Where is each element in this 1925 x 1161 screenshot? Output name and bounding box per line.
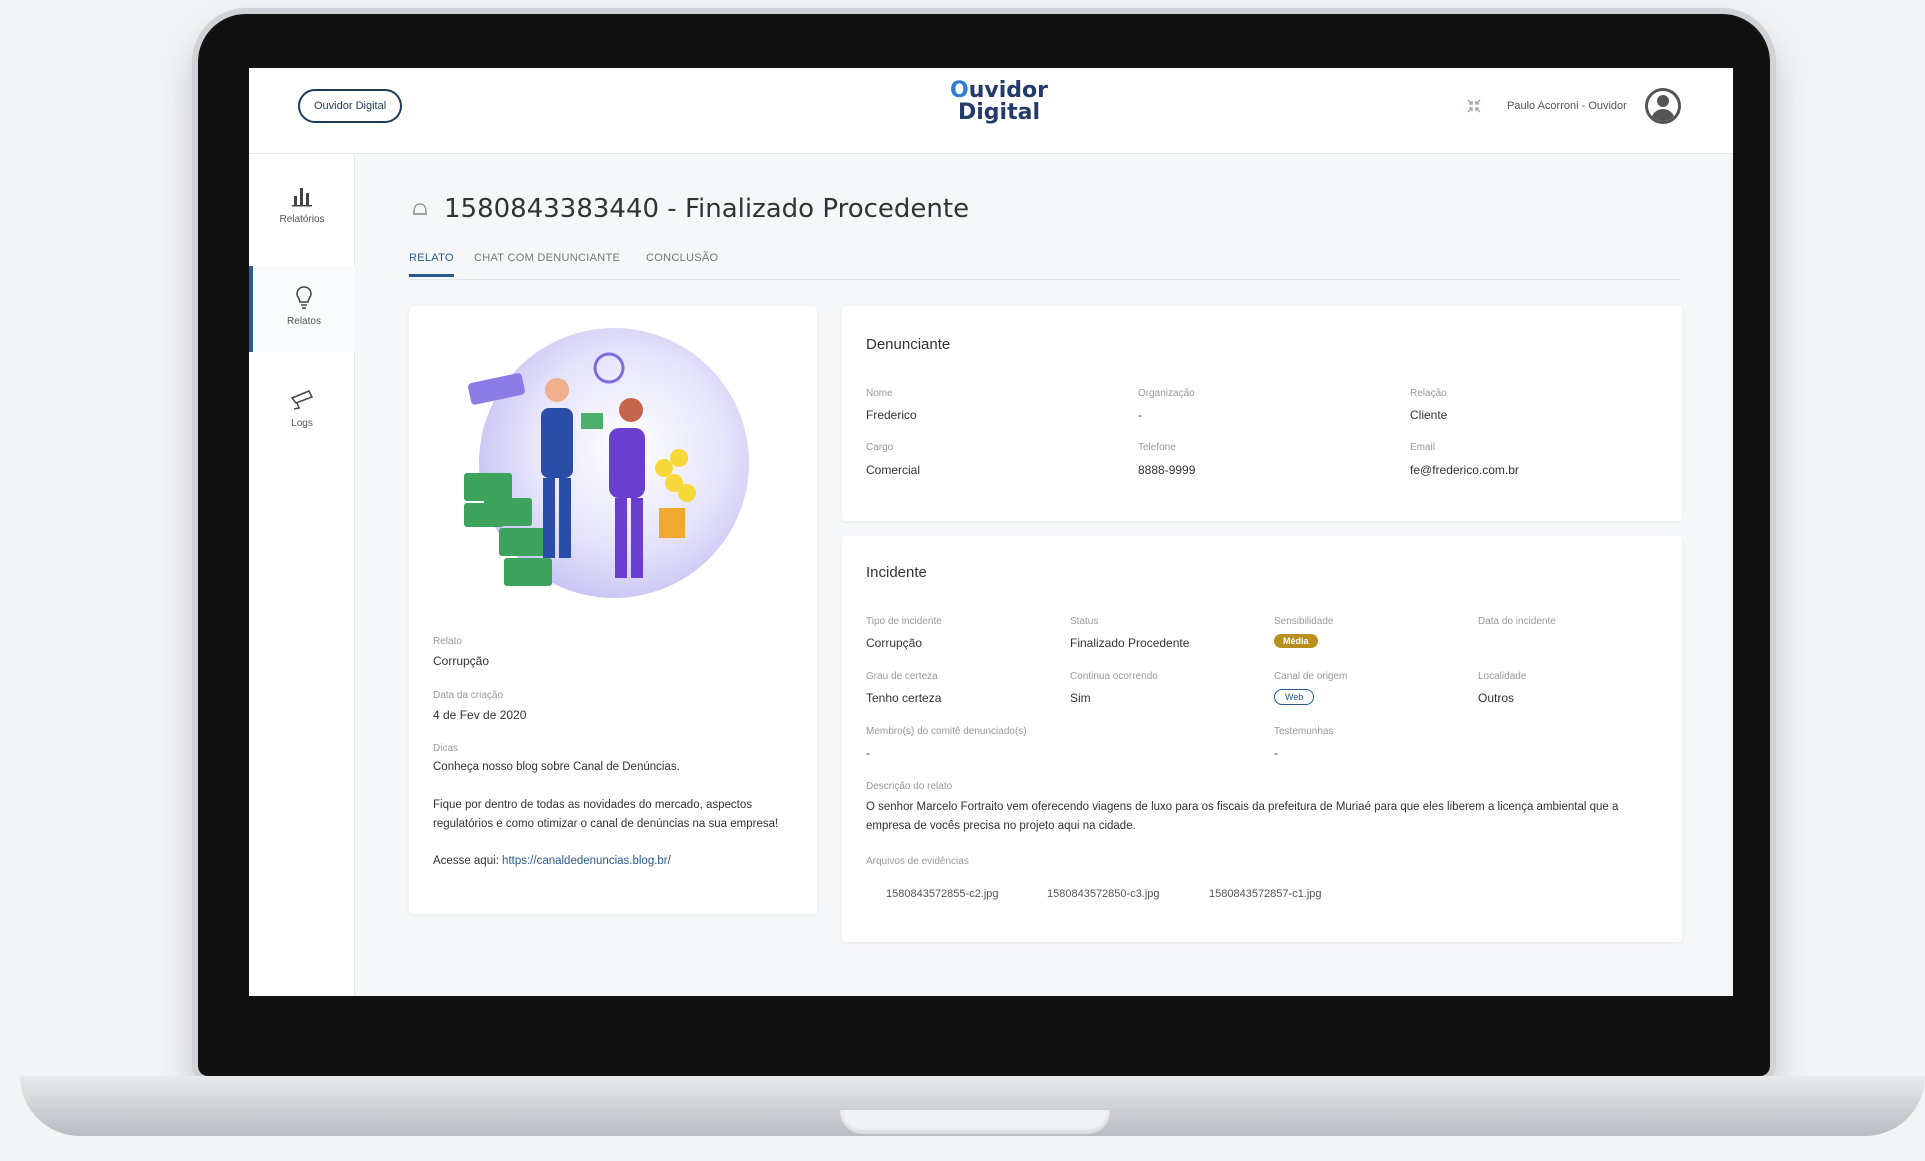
status-value: Finalizado Procedente	[1070, 636, 1190, 650]
tab-conclusao[interactable]: CONCLUSÃO	[646, 252, 718, 274]
localidade-label: Localidade	[1478, 671, 1527, 682]
email-value: fe@frederico.com.br	[1410, 463, 1519, 477]
sidebar-item-relatos[interactable]: Relatos	[249, 266, 355, 352]
tab-relato[interactable]: RELATO	[409, 252, 454, 277]
evidence-file-link[interactable]: 1580843572855-c2.jpg	[886, 888, 999, 900]
denunciante-title: Denunciante	[866, 336, 951, 353]
relacao-value: Cliente	[1410, 408, 1448, 422]
email-label: Email	[1410, 442, 1436, 453]
acesse-aqui: Acesse aqui: https://canaldedenuncias.bl…	[433, 855, 671, 867]
user-name[interactable]: Paulo Acorroni - Ouvidor	[1507, 100, 1627, 112]
status-label: Status	[1070, 616, 1099, 627]
bar-chart-icon	[292, 188, 312, 207]
app-screen: Ouvidor Digital Ouvidor Digital Paulo Ac…	[249, 68, 1733, 996]
organizacao-label: Organização	[1138, 388, 1195, 399]
page-title: 1580843383440 - Finalizado Procedente	[444, 194, 970, 224]
dicas-line3: regulatórios e como otimizar o canal de …	[433, 818, 779, 830]
grau-certeza-label: Grau de certeza	[866, 671, 938, 682]
bell-icon	[413, 203, 427, 215]
localidade-value: Outros	[1478, 691, 1515, 705]
descricao-line1: O senhor Marcelo Fortraito vem oferecend…	[866, 801, 1619, 813]
sidebar: Relatórios Relatos Logs	[249, 154, 355, 996]
tab-bar: RELATO CHAT COM DENUNCIANTE CONCLUSÃO	[409, 252, 1681, 280]
telefone-value: 8888-9999	[1138, 463, 1196, 477]
grau-certeza-value: Tenho certeza	[866, 691, 942, 705]
sidebar-item-logs[interactable]: Logs	[249, 368, 355, 454]
sensibilidade-badge: Média	[1274, 634, 1318, 648]
testemunhas-value: -	[1274, 746, 1278, 760]
sensibilidade-label: Sensibilidade	[1274, 616, 1334, 627]
evidence-file-link[interactable]: 1580843572850-c3.jpg	[1047, 888, 1160, 900]
membros-comite-label: Membro(s) do comitê denunciado(s)	[866, 726, 1027, 737]
arquivos-label: Arquivos de evidências	[866, 856, 969, 867]
relato-summary-card: Relato Corrupção Data da criação 4 de Fe…	[409, 306, 817, 914]
testemunhas-label: Testemunhas	[1274, 726, 1334, 737]
sidebar-item-label: Logs	[291, 418, 313, 429]
app-logo[interactable]: Ouvidor Digital	[949, 80, 1049, 130]
canal-origem-badge: Web	[1274, 689, 1315, 705]
incidente-title: Incidente	[866, 564, 927, 581]
data-criacao-label: Data da criação	[433, 690, 504, 701]
relato-label: Relato	[433, 636, 462, 647]
cargo-value: Comercial	[866, 463, 921, 477]
tipo-incidente-label: Tipo de incidente	[866, 616, 942, 627]
blog-link[interactable]: https://canaldedenuncias.blog.br/	[502, 855, 671, 867]
descricao-line2: empresa de vocês precisa no projeto aqui…	[866, 820, 1136, 832]
laptop-notch	[840, 1110, 1110, 1134]
camera-icon	[290, 390, 314, 410]
sidebar-item-label: Relatórios	[279, 214, 325, 225]
nome-label: Nome	[866, 388, 893, 399]
organizacao-value: -	[1138, 408, 1142, 422]
continua-ocorrendo-value: Sim	[1070, 691, 1091, 705]
relato-value: Corrupção	[433, 654, 490, 668]
data-criacao-value: 4 de Fev de 2020	[433, 708, 527, 722]
illustration-image	[464, 328, 749, 598]
tipo-incidente-value: Corrupção	[866, 636, 923, 650]
fullscreen-icon[interactable]	[1465, 98, 1483, 116]
lightbulb-icon	[296, 286, 312, 309]
incidente-card: Incidente Tipo de incidente Corrupção St…	[842, 536, 1682, 942]
avatar[interactable]	[1645, 88, 1681, 124]
telefone-label: Telefone	[1138, 442, 1176, 453]
logo-line2: Digital	[958, 100, 1040, 125]
nome-value: Frederico	[866, 408, 917, 422]
data-incidente-label: Data do incidente	[1478, 616, 1556, 627]
dicas-label: Dicas	[433, 743, 459, 754]
dicas-line2: Fique por dentro de todas as novidades d…	[433, 799, 753, 811]
canal-origem-label: Canal de origem	[1274, 671, 1348, 682]
sidebar-item-relatorios[interactable]: Relatórios	[249, 164, 355, 250]
cargo-label: Cargo	[866, 442, 894, 453]
relacao-label: Relação	[1410, 388, 1447, 399]
denunciante-card: Denunciante Nome Frederico Organização -…	[842, 306, 1682, 521]
top-bar: Ouvidor Digital Ouvidor Digital Paulo Ac…	[249, 68, 1733, 154]
sidebar-item-label: Relatos	[287, 316, 321, 327]
descricao-label: Descrição do relato	[866, 781, 953, 792]
brand-pill-button[interactable]: Ouvidor Digital	[298, 89, 403, 123]
dicas-line1: Conheça nosso blog sobre Canal de Denúnc…	[433, 761, 680, 773]
tab-chat-com-denunciante[interactable]: CHAT COM DENUNCIANTE	[474, 252, 620, 274]
acesse-prefix: Acesse aqui:	[433, 855, 503, 867]
continua-ocorrendo-label: Continua ocorrendo	[1070, 671, 1158, 682]
membros-comite-value: -	[866, 746, 870, 760]
evidence-file-link[interactable]: 1580843572857-c1.jpg	[1209, 888, 1322, 900]
